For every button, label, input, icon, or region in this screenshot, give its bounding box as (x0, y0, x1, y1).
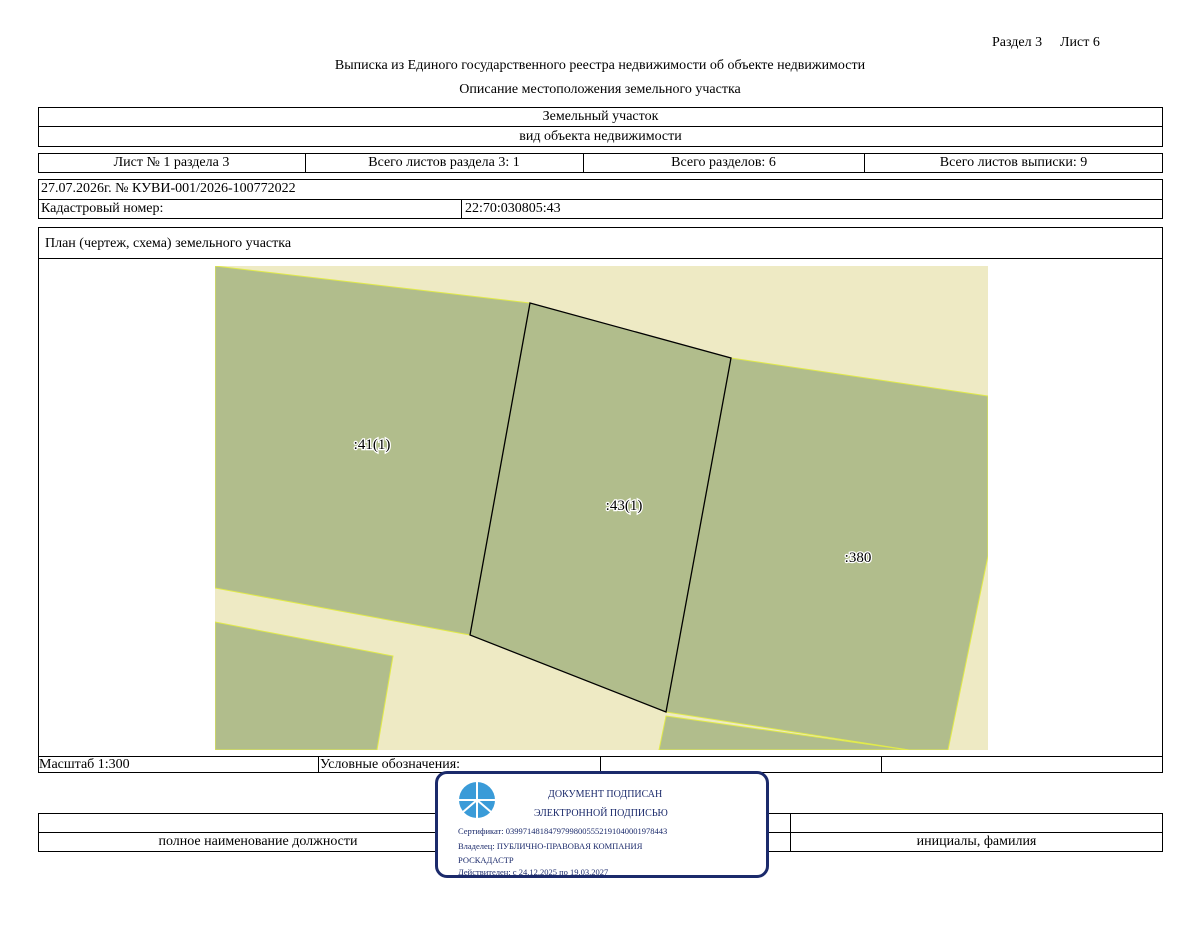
initials-label: инициалы, фамилия (916, 834, 1037, 849)
divider (318, 756, 319, 773)
sheet-number: Лист 6 (1060, 35, 1100, 50)
legend-label: Условные обозначения: (320, 757, 461, 772)
divider (881, 756, 882, 773)
stamp-line-1: ДОКУМЕНТ ПОДПИСАН (548, 789, 663, 800)
section-number: Раздел 3 (992, 35, 1043, 50)
roskadastr-logo-icon (459, 782, 495, 818)
plan-title: План (чертеж, схема) земельного участка (45, 236, 292, 251)
parcel-label-41: :41(1) (354, 437, 391, 453)
divider (38, 258, 1163, 259)
stamp-owner-2: РОСКАДАСТР (458, 855, 514, 865)
total-sheets-section: Всего листов раздела 3: 1 (368, 155, 520, 170)
stamp-valid: Действителен: с 24.12.2025 по 19.03.2027 (458, 867, 609, 877)
stamp-owner: Владелец: ПУБЛИЧНО-ПРАВОВАЯ КОМПАНИЯ (458, 841, 643, 851)
divider (38, 199, 1163, 200)
document-title: Выписка из Единого государственного реес… (334, 58, 866, 73)
plan-map: :41(1) :43(1) :380 (214, 265, 989, 751)
document-subtitle: Описание местоположения земельного участ… (459, 82, 741, 97)
object-name: Земельный участок (542, 109, 659, 124)
electronic-signature-stamp: ДОКУМЕНТ ПОДПИСАН ЭЛЕКТРОННОЙ ПОДПИСЬЮ С… (435, 771, 769, 878)
cadastral-label: Кадастровый номер: (41, 201, 164, 216)
divider (38, 126, 1163, 127)
stamp-line-2: ЭЛЕКТРОННОЙ ПОДПИСЬЮ (534, 808, 668, 819)
date-number: 27.07.2026г. № КУВИ-001/2026-100772022 (41, 181, 296, 196)
parcel-label-43: :43(1) (606, 498, 643, 514)
parcel-label-380: :380 (845, 550, 872, 566)
total-sections: Всего разделов: 6 (671, 155, 776, 170)
object-kind-label: вид объекта недвижимости (519, 129, 682, 144)
stamp-certificate: Сертификат: 0399714818479799800555219104… (458, 826, 668, 836)
total-sheets-extract: Всего листов выписки: 9 (939, 155, 1088, 170)
cadastral-value: 22:70:030805:43 (465, 201, 561, 216)
sheet-no: Лист № 1 раздела 3 (113, 155, 230, 170)
divider (461, 199, 462, 219)
plan-drawing: :41(1) :43(1) :380 (214, 265, 989, 751)
position-label: полное наименование должности (158, 834, 358, 849)
scale-label: Масштаб 1:300 (39, 757, 130, 772)
